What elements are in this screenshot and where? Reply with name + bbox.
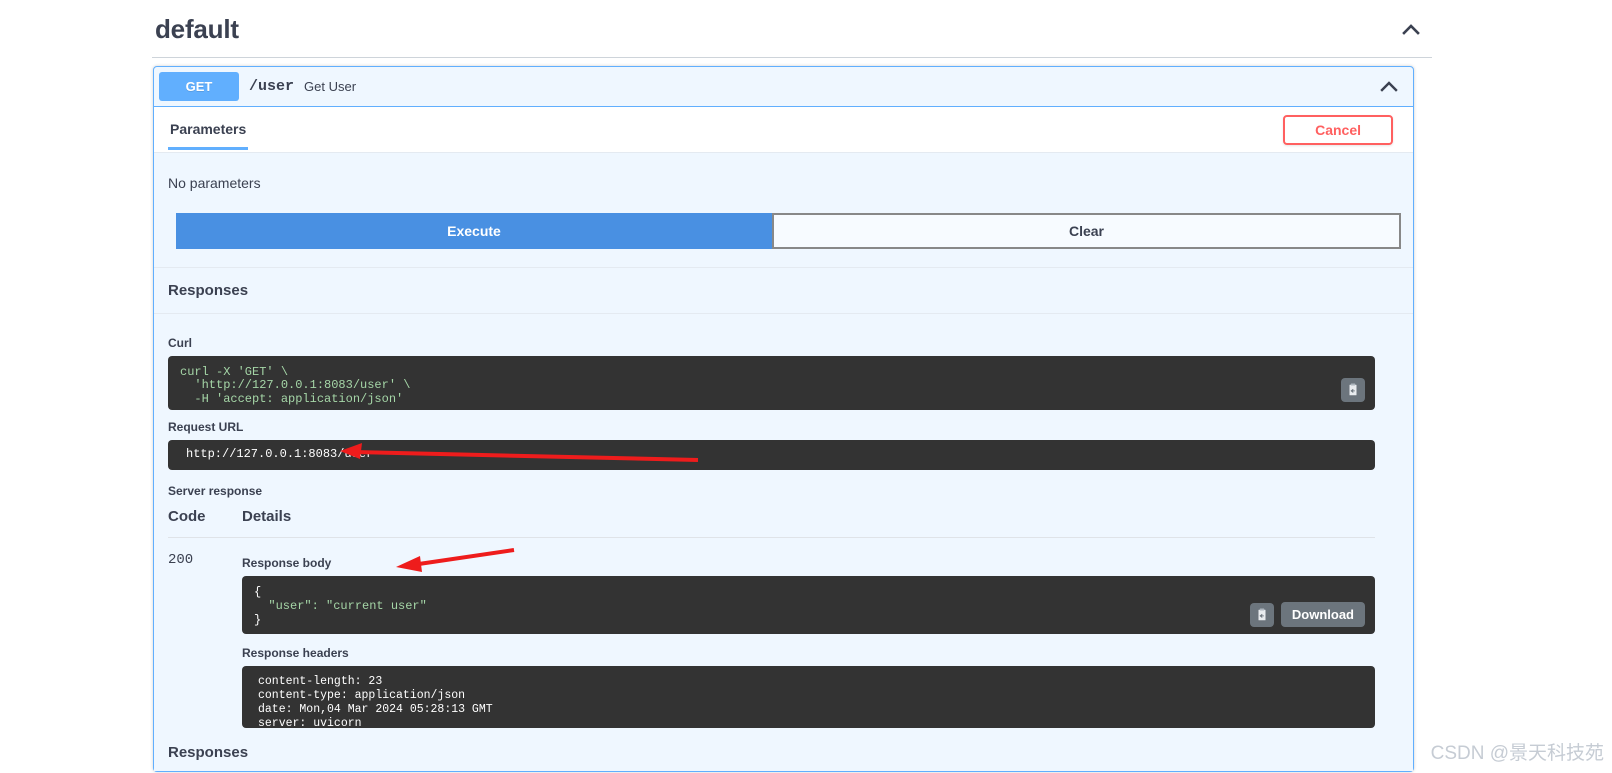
copy-to-clipboard-icon[interactable]: [1341, 378, 1365, 402]
tag-header[interactable]: default: [152, 0, 1432, 58]
column-header-details: Details: [242, 508, 292, 525]
clear-button[interactable]: Clear: [772, 213, 1401, 249]
operation-summary-text: Get User: [304, 79, 357, 94]
download-button[interactable]: Download: [1280, 602, 1365, 627]
operation-path: /user: [249, 78, 295, 95]
responses-heading: Responses: [154, 267, 1413, 314]
response-body-open-brace: {: [254, 585, 262, 599]
chevron-up-icon[interactable]: [1400, 19, 1422, 41]
page-title: default: [155, 14, 239, 44]
watermark: CSDN @景天科技苑: [1430, 743, 1604, 764]
swagger-ui-page: default GET /user Get User Parameters Ca…: [0, 0, 1612, 773]
copy-to-clipboard-icon[interactable]: [1249, 602, 1274, 627]
curl-code-block: curl -X 'GET' \ 'http://127.0.0.1:8083/u…: [168, 356, 1375, 410]
parameters-tab-row: Parameters Cancel: [154, 107, 1413, 153]
response-header-line: content-type: application/json: [258, 689, 466, 703]
response-status-code: 200: [168, 552, 194, 568]
operation-summary[interactable]: GET /user Get User: [154, 67, 1413, 107]
response-body-content: "user": "current user": [254, 599, 427, 614]
response-body-close-brace: }: [254, 613, 262, 628]
response-body-block: { "user": "current user" } Download: [242, 576, 1375, 634]
request-url-value: http://127.0.0.1:8083/user: [186, 447, 374, 461]
response-body-actions: Download: [1249, 602, 1365, 627]
tag-section-default: default GET /user Get User Parameters Ca…: [152, 0, 1432, 772]
response-headers-block: content-length: 23 content-type: applica…: [242, 666, 1375, 728]
http-method-badge: GET: [159, 72, 239, 101]
live-response-wrap: Curl curl -X 'GET' \ 'http://127.0.0.1:8…: [154, 314, 1413, 771]
chevron-up-icon[interactable]: [1378, 76, 1400, 98]
response-headers-label: Response headers: [242, 646, 349, 660]
response-header-line: server: uvicorn: [258, 717, 362, 728]
table-header-row: Code Details: [168, 508, 1375, 538]
column-header-code: Code: [168, 508, 206, 525]
response-details: Response body { "user": "current user" }: [242, 550, 1375, 728]
no-parameters-text: No parameters: [168, 175, 261, 191]
bottom-responses-heading: Responses: [168, 744, 249, 761]
curl-label: Curl: [168, 336, 192, 350]
response-header-line: content-length: 23: [258, 675, 383, 688]
curl-line-1: curl -X 'GET' \: [180, 365, 289, 379]
response-body-label: Response body: [242, 556, 332, 570]
request-url-block: http://127.0.0.1:8083/user: [168, 440, 1375, 470]
cancel-button[interactable]: Cancel: [1283, 115, 1393, 145]
tab-parameters[interactable]: Parameters: [168, 107, 249, 150]
operation-body: Parameters Cancel No parameters Execute …: [154, 107, 1413, 771]
curl-line-2: 'http://127.0.0.1:8083/user' \: [180, 378, 411, 393]
table-row: 200 Response body { "user": "current use…: [168, 538, 1375, 728]
server-response-table: Code Details 200 Response body { "user":…: [168, 508, 1375, 728]
curl-line-3: -H 'accept: application/json': [180, 391, 404, 406]
execute-button[interactable]: Execute: [176, 213, 772, 249]
execute-clear-row: Execute Clear: [154, 191, 1413, 267]
operation-block-get-user: GET /user Get User Parameters Cancel No …: [153, 66, 1414, 772]
server-response-label: Server response: [168, 484, 263, 498]
request-url-label: Request URL: [168, 420, 244, 434]
response-header-line: date: Mon,04 Mar 2024 05:28:13 GMT: [258, 703, 493, 717]
